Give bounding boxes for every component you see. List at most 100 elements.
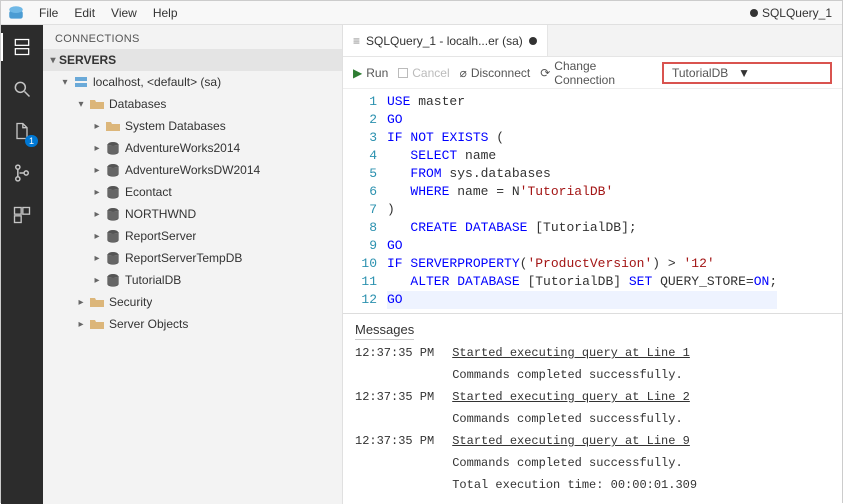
editor-tabbar: ≡ SQLQuery_1 - localh...er (sa) — [343, 25, 842, 57]
activity-bar: 1 — [1, 25, 43, 504]
play-icon: ▶ — [353, 66, 362, 80]
database-node[interactable]: ▸ NORTHWND — [43, 203, 342, 225]
messages-title: Messages — [355, 318, 414, 340]
query-toolbar: ▶ Run Cancel ⌀ Disconnect ⟳ Change Conne… — [343, 57, 842, 89]
message-time — [355, 368, 452, 390]
change-connection-label: Change Connection — [554, 59, 652, 87]
messages-table: 12:37:35 PMStarted executing query at Li… — [355, 346, 697, 500]
sidebar-title: CONNECTIONS — [43, 25, 342, 49]
database-icon — [105, 228, 121, 244]
chevron-right-icon: ▸ — [91, 231, 103, 242]
chevron-right-icon: ▸ — [91, 275, 103, 286]
dirty-indicator-icon — [529, 37, 537, 45]
tab-label: SQLQuery_1 - localh...er (sa) — [366, 34, 523, 48]
server-node[interactable]: ▾ localhost, <default> (sa) — [43, 71, 342, 93]
menu-file[interactable]: File — [31, 3, 66, 23]
section-label: SERVERS — [59, 53, 116, 67]
chevron-right-icon: ▸ — [91, 187, 103, 198]
activity-extensions-icon[interactable] — [8, 201, 36, 229]
database-node[interactable]: ▸ReportServerTempDB — [43, 247, 342, 269]
disconnect-button[interactable]: ⌀ Disconnect — [460, 66, 531, 80]
message-text: Total execution time: 00:00:01.309 — [452, 478, 697, 500]
folder-label: Security — [109, 295, 152, 309]
database-label: NORTHWND — [125, 207, 196, 221]
caret-down-icon: ▼ — [738, 66, 750, 80]
title-filename: SQLQuery_1 — [762, 6, 832, 20]
message-text: Commands completed successfully. — [452, 456, 697, 478]
database-select[interactable]: TutorialDB ▼ — [662, 62, 832, 84]
code-editor[interactable]: 123456789101112 USE masterGOIF NOT EXIST… — [343, 89, 842, 313]
app-icon — [7, 4, 25, 22]
folder-icon — [89, 96, 105, 112]
messages-panel: Messages 12:37:35 PMStarted executing qu… — [343, 313, 842, 504]
connections-tree: ▾ SERVERS ▾ localhost, <default> (sa) ▾ … — [43, 49, 342, 504]
line-gutter: 123456789101112 — [343, 89, 387, 313]
chevron-right-icon: ▸ — [75, 297, 87, 308]
disconnect-label: Disconnect — [471, 66, 530, 80]
chevron-down-icon: ▾ — [59, 77, 71, 88]
message-text: Commands completed successfully. — [452, 412, 697, 434]
editor-tab[interactable]: ≡ SQLQuery_1 - localh...er (sa) — [343, 25, 548, 56]
change-connection-button[interactable]: ⟳ Change Connection — [540, 59, 652, 87]
message-time — [355, 456, 452, 478]
servers-section[interactable]: ▾ SERVERS — [43, 49, 342, 71]
database-node[interactable]: ▸ AdventureWorks2014 — [43, 137, 342, 159]
folder-icon — [105, 118, 121, 134]
activity-servers-icon[interactable] — [8, 33, 36, 61]
cancel-button[interactable]: Cancel — [398, 66, 449, 80]
database-icon — [105, 140, 121, 156]
message-row: Commands completed successfully. — [355, 412, 697, 434]
database-node[interactable]: ▸ ReportServer — [43, 225, 342, 247]
folder-label: Server Objects — [109, 317, 188, 331]
folder-icon — [89, 316, 105, 332]
editor-area: ≡ SQLQuery_1 - localh...er (sa) ▶ Run Ca… — [343, 25, 842, 504]
message-row: Commands completed successfully. — [355, 456, 697, 478]
menubar: File Edit View Help SQLQuery_1 — [1, 1, 842, 25]
activity-explorer-icon[interactable]: 1 — [8, 117, 36, 145]
run-button[interactable]: ▶ Run — [353, 66, 388, 80]
chevron-right-icon: ▸ — [91, 121, 103, 132]
chevron-right-icon: ▸ — [91, 209, 103, 220]
activity-search-icon[interactable] — [8, 75, 36, 103]
chevron-right-icon: ▸ — [91, 253, 103, 264]
menu-help[interactable]: Help — [145, 3, 186, 23]
menu-edit[interactable]: Edit — [66, 3, 103, 23]
chevron-right-icon: ▸ — [91, 143, 103, 154]
message-time — [355, 412, 452, 434]
chevron-right-icon: ▸ — [75, 319, 87, 330]
activity-source-control-icon[interactable] — [8, 159, 36, 187]
title-status: SQLQuery_1 — [750, 6, 836, 20]
database-label: ReportServer — [125, 229, 196, 243]
databases-folder[interactable]: ▾ Databases — [43, 93, 342, 115]
chevron-down-icon: ▾ — [47, 55, 59, 66]
message-row: 12:37:35 PMStarted executing query at Li… — [355, 390, 697, 412]
run-label: Run — [366, 66, 388, 80]
file-icon: ≡ — [353, 34, 360, 48]
security-folder[interactable]: ▸ Security — [43, 291, 342, 313]
chevron-down-icon: ▾ — [75, 99, 87, 110]
server-icon — [73, 74, 89, 90]
database-node[interactable]: ▸Econtact — [43, 181, 342, 203]
message-link[interactable]: Started executing query at Line 2 — [452, 390, 697, 412]
database-label: AdventureWorks2014 — [125, 141, 240, 155]
message-link[interactable]: Started executing query at Line 9 — [452, 434, 697, 456]
message-link[interactable]: Started executing query at Line 1 — [452, 346, 697, 368]
database-label: TutorialDB — [125, 273, 181, 287]
message-time — [355, 478, 452, 500]
database-node[interactable]: ▸AdventureWorksDW2014 — [43, 159, 342, 181]
folder-icon — [89, 294, 105, 310]
change-connection-icon: ⟳ — [540, 66, 550, 80]
database-node[interactable]: ▸ TutorialDB — [43, 269, 342, 291]
code-body[interactable]: USE masterGOIF NOT EXISTS ( SELECT name … — [387, 89, 777, 313]
system-databases-folder[interactable]: ▸ System Databases — [43, 115, 342, 137]
menu-view[interactable]: View — [103, 3, 145, 23]
sidebar: CONNECTIONS ▾ SERVERS ▾ localhost, <defa… — [43, 25, 343, 504]
message-text: Commands completed successfully. — [452, 368, 697, 390]
activity-badge: 1 — [25, 135, 38, 147]
database-icon — [105, 184, 121, 200]
message-time: 12:37:35 PM — [355, 390, 452, 412]
database-icon — [105, 272, 121, 288]
server-objects-folder[interactable]: ▸ Server Objects — [43, 313, 342, 335]
database-label: AdventureWorksDW2014 — [125, 163, 260, 177]
message-row: 12:37:35 PMStarted executing query at Li… — [355, 434, 697, 456]
